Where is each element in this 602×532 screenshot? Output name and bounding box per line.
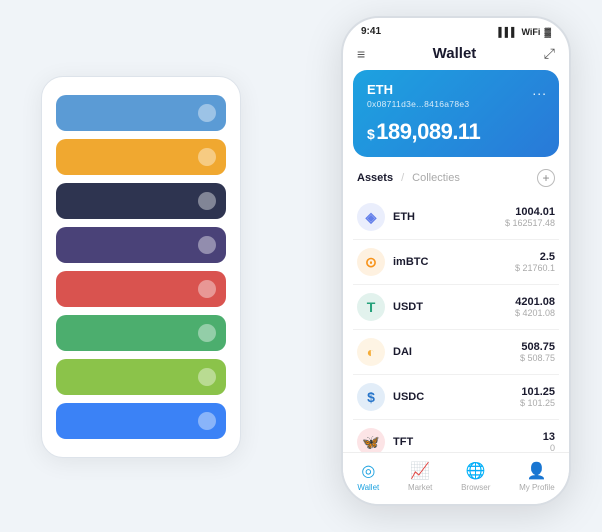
menu-icon[interactable]: ≡ [357,46,365,62]
usdc-icon: $ [357,383,385,411]
eth-icon: ◈ [357,203,385,231]
tab-assets[interactable]: Assets [357,172,393,184]
asset-usd: $ 4201.08 [515,308,555,318]
balance-coin-name: ETH [367,82,545,97]
tft-icon: 🦋 [357,428,385,452]
nav-label-browser: Browser [461,483,490,492]
card-dot-icon [198,192,216,210]
asset-values-usdc: 101.25$ 101.25 [520,386,555,408]
balance-card: ETH 0x08711d3e...8416a78e3 $189,089.11 .… [353,70,559,157]
expand-icon[interactable]: ⤢ [544,45,555,62]
asset-row-imbtc[interactable]: ⊙ imBTC2.5$ 21760.1 [353,240,559,285]
status-bar: 9:41 ▌▌▌ WiFi ▓ [343,18,569,41]
asset-amount: 508.75 [520,341,555,353]
dai-icon: ◐ [357,338,385,366]
asset-name-usdt: USDT [393,301,515,313]
asset-usd: $ 21760.1 [515,263,555,273]
asset-values-tft: 130 [543,431,555,452]
asset-amount: 13 [543,431,555,443]
nav-label-wallet: Wallet [357,483,379,492]
nav-icon-wallet: ◎ [361,461,375,481]
card-menu-dots[interactable]: ... [532,82,547,98]
battery-icon: ▓ [544,27,551,37]
nav-label-my-profile: My Profile [519,483,555,492]
asset-row-usdt[interactable]: T USDT4201.08$ 4201.08 [353,285,559,330]
asset-name-eth: ETH [393,211,505,223]
asset-row-usdc[interactable]: $ USDC101.25$ 101.25 [353,375,559,420]
nav-item-my-profile[interactable]: 👤 My Profile [519,461,555,492]
card-dot-icon [198,236,216,254]
currency-symbol: $ [367,126,374,142]
nav-icon-my-profile: 👤 [527,461,547,481]
asset-values-dai: 508.75$ 508.75 [520,341,555,363]
card-item-4[interactable] [56,271,226,307]
asset-values-imbtc: 2.5$ 21760.1 [515,251,555,273]
usdt-icon: T [357,293,385,321]
tab-separator: / [401,172,404,184]
card-item-5[interactable] [56,315,226,351]
card-dot-icon [198,324,216,342]
asset-amount: 101.25 [520,386,555,398]
asset-name-imbtc: imBTC [393,256,515,268]
nav-label-market: Market [408,483,432,492]
asset-usd: 0 [543,443,555,452]
asset-values-eth: 1004.01$ 162517.48 [505,206,555,228]
imbtc-icon: ⊙ [357,248,385,276]
card-item-1[interactable] [56,139,226,175]
tab-collecties[interactable]: Collecties [412,172,460,184]
asset-amount: 2.5 [515,251,555,263]
card-item-6[interactable] [56,359,226,395]
card-item-3[interactable] [56,227,226,263]
card-stack [41,76,241,458]
phone-header: ≡ Wallet ⤢ [343,41,569,70]
balance-address: 0x08711d3e...8416a78e3 [367,99,545,109]
asset-name-dai: DAI [393,346,520,358]
page-title: Wallet [433,45,477,62]
nav-item-market[interactable]: 📈 Market [408,461,432,492]
nav-icon-browser: 🌐 [466,461,486,481]
card-dot-icon [198,148,216,166]
card-item-0[interactable] [56,95,226,131]
nav-item-browser[interactable]: 🌐 Browser [461,461,490,492]
balance-amount: $189,089.11 [367,119,545,145]
signal-icon: ▌▌▌ [498,27,517,37]
nav-item-wallet[interactable]: ◎ Wallet [357,461,379,492]
assets-tabs: Assets / Collecties [357,172,460,184]
card-item-7[interactable] [56,403,226,439]
card-dot-icon [198,280,216,298]
asset-amount: 1004.01 [505,206,555,218]
asset-usd: $ 508.75 [520,353,555,363]
asset-row-eth[interactable]: ◈ ETH1004.01$ 162517.48 [353,195,559,240]
status-icons: ▌▌▌ WiFi ▓ [498,27,551,37]
time: 9:41 [361,26,381,37]
asset-usd: $ 162517.48 [505,218,555,228]
asset-values-usdt: 4201.08$ 4201.08 [515,296,555,318]
card-dot-icon [198,104,216,122]
add-asset-button[interactable]: + [537,169,555,187]
wifi-icon: WiFi [522,27,541,37]
asset-row-dai[interactable]: ◐ DAI508.75$ 508.75 [353,330,559,375]
nav-icon-market: 📈 [410,461,430,481]
asset-name-tft: TFT [393,436,543,448]
card-dot-icon [198,368,216,386]
asset-list: ◈ ETH1004.01$ 162517.48 ⊙ imBTC2.5$ 21760.1… [343,195,569,452]
scene: 9:41 ▌▌▌ WiFi ▓ ≡ Wallet ⤢ ETH 0x08711d3… [21,16,581,516]
asset-row-tft[interactable]: 🦋 TFT130 [353,420,559,452]
phone-mockup: 9:41 ▌▌▌ WiFi ▓ ≡ Wallet ⤢ ETH 0x08711d3… [341,16,571,506]
assets-header: Assets / Collecties + [343,167,569,195]
asset-amount: 4201.08 [515,296,555,308]
card-dot-icon [198,412,216,430]
card-item-2[interactable] [56,183,226,219]
bottom-nav: ◎ Wallet 📈 Market 🌐 Browser 👤 My Profile [343,452,569,504]
asset-usd: $ 101.25 [520,398,555,408]
asset-name-usdc: USDC [393,391,520,403]
